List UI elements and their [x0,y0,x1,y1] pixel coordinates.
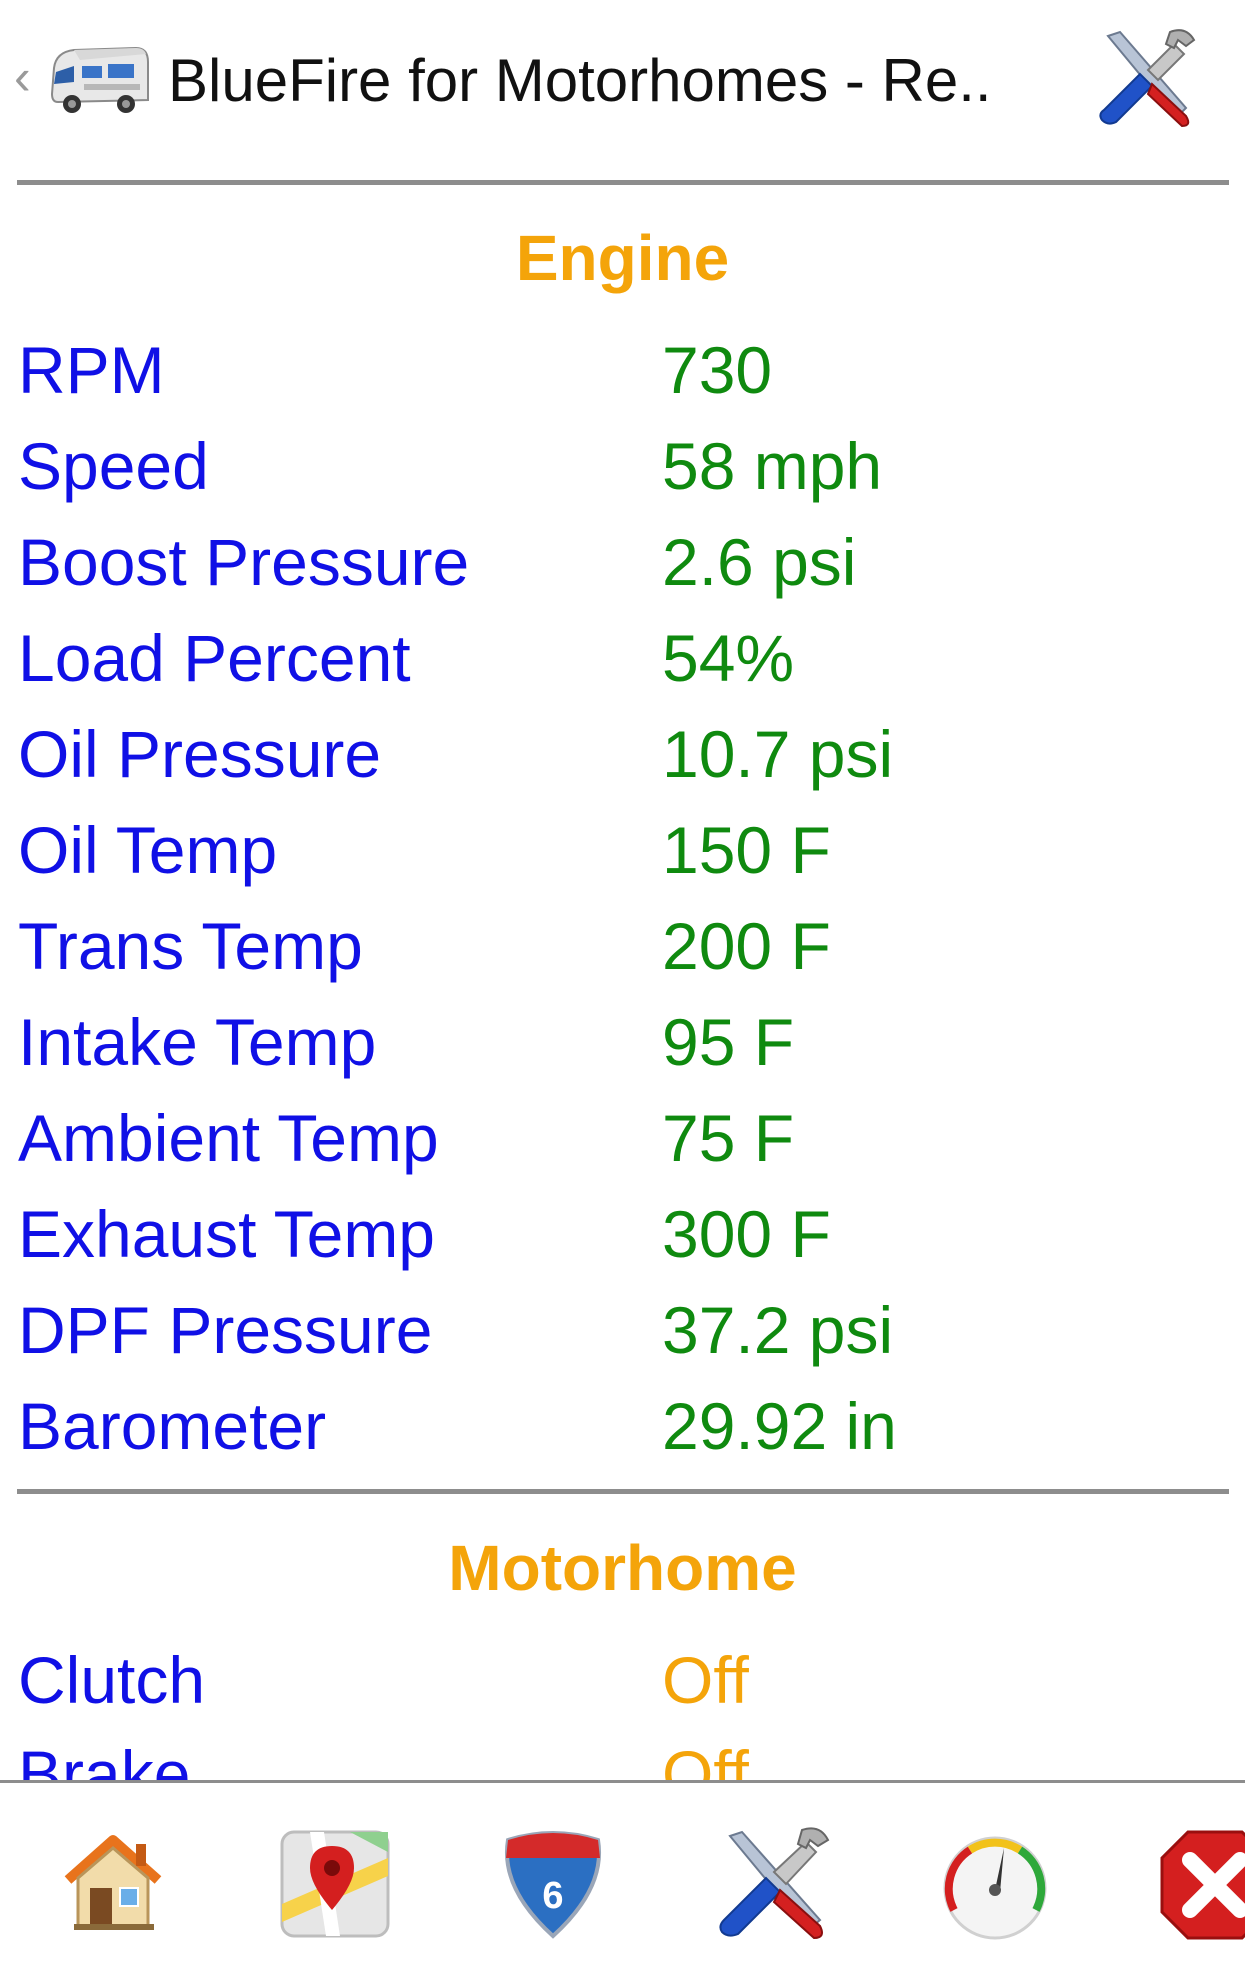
row-label: Oil Temp [18,813,278,887]
row-value: 75 F [662,1101,795,1175]
tools-button[interactable] [708,1818,838,1948]
row-label: Boost Pressure [18,525,470,599]
row-label: Intake Temp [18,1005,377,1079]
gauge-icon [943,1836,1047,1940]
tools-icon [719,1827,830,1940]
row-load-percent: Load Percent 54% [0,610,1245,706]
row-label: DPF Pressure [18,1293,433,1367]
row-label: Speed [18,429,209,503]
row-value: 730 [662,333,773,407]
back-chevron-icon[interactable]: ‹ [14,52,31,102]
row-value: 29.92 in [662,1389,897,1463]
home-icon [64,1835,162,1930]
row-value: 54% [662,621,795,695]
row-label: Barometer [18,1389,327,1463]
row-value: 2.6 psi [662,525,857,599]
row-clutch: Clutch Off [0,1632,1245,1728]
row-value: 150 F [662,813,831,887]
motorhome-icon[interactable] [44,38,154,124]
map-button[interactable] [270,1818,400,1948]
row-speed: Speed 58 mph [0,418,1245,514]
row-oil-pressure: Oil Pressure 10.7 psi [0,706,1245,802]
row-intake-temp: Intake Temp 95 F [0,994,1245,1090]
map-icon [280,1830,390,1938]
row-value: 200 F [662,909,831,983]
row-barometer: Barometer 29.92 in [0,1378,1245,1474]
row-value: 37.2 psi [662,1293,894,1367]
row-label: Clutch [18,1643,206,1717]
app-header: ‹ BlueFire for Motorhomes - Re.. [0,0,1245,180]
row-rpm: RPM 730 [0,322,1245,418]
row-value: 300 F [662,1197,831,1271]
row-label: Trans Temp [18,909,363,983]
interstate-button[interactable]: 6 [488,1818,618,1948]
row-dpf-pressure: DPF Pressure 37.2 psi [0,1282,1245,1378]
interstate-badge: 6 [542,1875,563,1917]
row-label: Exhaust Temp [18,1197,436,1271]
row-boost-pressure: Boost Pressure 2.6 psi [0,514,1245,610]
section-title-motorhome: Motorhome [448,1532,797,1604]
home-button[interactable] [48,1818,178,1948]
row-brake: Brake Off [0,1726,1245,1780]
section-title-engine: Engine [515,222,730,294]
row-label: Load Percent [18,621,411,695]
exit-button[interactable] [1150,1818,1245,1948]
row-value: 58 mph [662,429,883,503]
interstate-6-icon: 6 [505,1831,601,1939]
header-divider [17,180,1229,185]
gauge-button[interactable] [930,1818,1060,1948]
row-value: 10.7 psi [662,717,894,791]
row-trans-temp: Trans Temp 200 F [0,898,1245,994]
row-ambient-temp: Ambient Temp 75 F [0,1090,1245,1186]
content-area: ‹ BlueFire for Motorhomes - Re.. Engine … [0,0,1245,1780]
row-label: Brake [18,1737,191,1780]
row-value: 95 F [662,1005,795,1079]
app-title: BlueFire for Motorhomes - Re.. [168,47,992,114]
bottom-toolbar: 6 [0,1780,1245,1983]
row-label: RPM [18,333,165,407]
section-divider [17,1489,1229,1494]
row-label: Oil Pressure [18,717,382,791]
row-value: Off [662,1643,749,1717]
row-label: Ambient Temp [18,1101,439,1175]
row-exhaust-temp: Exhaust Temp 300 F [0,1186,1245,1282]
row-oil-temp: Oil Temp 150 F [0,802,1245,898]
settings-tools-icon[interactable] [1090,22,1202,134]
row-value: Off [662,1737,749,1780]
close-icon [1160,1830,1245,1940]
